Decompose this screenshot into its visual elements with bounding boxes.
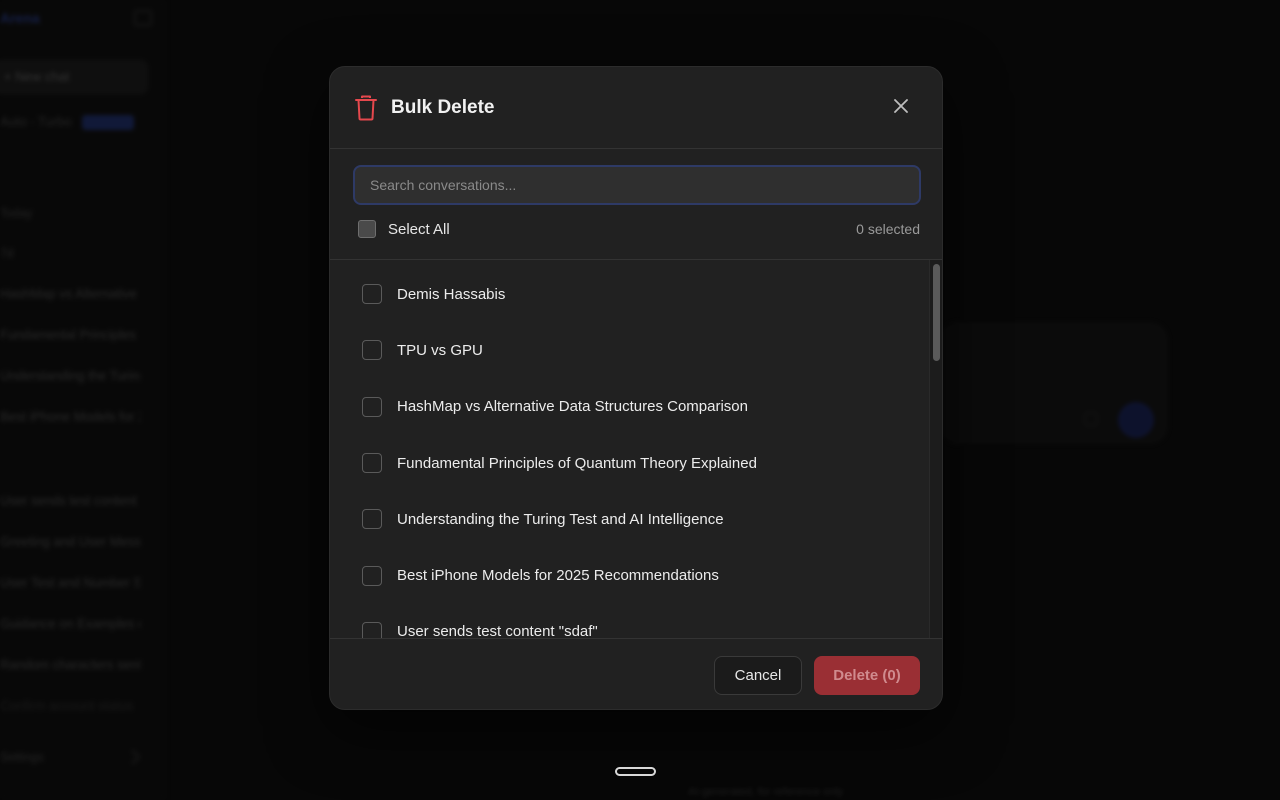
search-input[interactable] [353, 165, 921, 205]
trash-icon [355, 95, 377, 121]
item-label[interactable]: TPU vs GPU [397, 342, 483, 359]
list-item[interactable]: Best iPhone Models for 2025 Recommendati… [330, 547, 928, 603]
item-label[interactable]: Best iPhone Models for 2025 Recommendati… [397, 567, 719, 584]
select-all-label[interactable]: Select All [388, 221, 450, 238]
scrollbar[interactable] [929, 260, 942, 638]
list-item[interactable]: TPU vs GPU [330, 322, 928, 378]
list-item[interactable]: Fundamental Principles of Quantum Theory… [330, 435, 928, 491]
bulk-delete-dialog: Bulk Delete Select All 0 selected Demis … [329, 66, 943, 710]
item-label[interactable]: User sends test content "sdaf" [397, 623, 598, 638]
item-label[interactable]: HashMap vs Alternative Data Structures C… [397, 398, 748, 415]
cancel-button[interactable]: Cancel [714, 656, 802, 695]
select-all-row[interactable]: Select All 0 selected [358, 219, 920, 239]
list-item[interactable]: User sends test content "sdaf" [330, 604, 928, 638]
item-checkbox[interactable] [362, 453, 382, 474]
dialog-header: Bulk Delete [330, 67, 942, 149]
selected-count: 0 selected [856, 221, 920, 237]
item-checkbox[interactable] [362, 565, 382, 586]
scrollbar-thumb[interactable] [933, 264, 940, 361]
close-icon [894, 99, 908, 113]
list-item[interactable]: Demis Hassabis [330, 266, 928, 322]
list-item[interactable]: Understanding the Turing Test and AI Int… [330, 491, 928, 547]
item-label[interactable]: Fundamental Principles of Quantum Theory… [397, 455, 757, 472]
item-label[interactable]: Understanding the Turing Test and AI Int… [397, 511, 724, 528]
item-checkbox[interactable] [362, 621, 382, 638]
conversation-list-items: Demis Hassabis TPU vs GPU HashMap vs Alter… [330, 260, 928, 638]
item-checkbox[interactable] [362, 340, 382, 361]
close-button[interactable] [890, 95, 912, 117]
delete-button[interactable]: Delete (0) [814, 656, 920, 695]
item-checkbox[interactable] [362, 509, 382, 530]
item-checkbox[interactable] [362, 284, 382, 305]
conversation-list: Demis Hassabis TPU vs GPU HashMap vs Alter… [330, 259, 942, 638]
dialog-footer: Cancel Delete (0) [330, 638, 942, 709]
item-checkbox[interactable] [362, 396, 382, 417]
select-all-checkbox[interactable] [358, 220, 376, 238]
dialog-title: Bulk Delete [391, 97, 495, 118]
item-label[interactable]: Demis Hassabis [397, 286, 505, 303]
home-indicator [615, 767, 656, 776]
list-item[interactable]: HashMap vs Alternative Data Structures C… [330, 379, 928, 435]
